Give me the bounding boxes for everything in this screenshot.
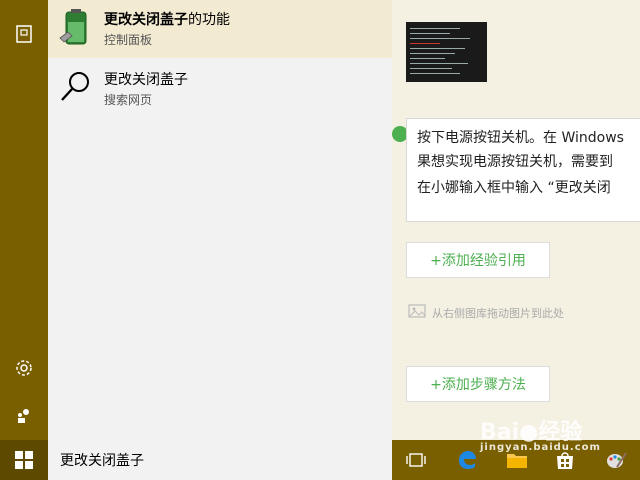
task-view-icon[interactable]	[404, 448, 428, 472]
start-button[interactable]	[0, 440, 48, 480]
add-step-button[interactable]: +添加步骤方法	[406, 366, 550, 402]
search-query-text: 更改关闭盖子	[60, 453, 144, 469]
text-line: 果想实现电源按钮关机，需要到	[417, 154, 613, 170]
result-title-bold: 更改关闭盖子	[104, 12, 188, 28]
feedback-icon[interactable]	[12, 404, 36, 428]
screenshot-thumbnail[interactable]	[406, 22, 487, 82]
paint-app-icon[interactable]	[604, 448, 628, 472]
notebook-icon[interactable]	[12, 22, 36, 46]
result-subtitle: 搜索网页	[104, 93, 153, 107]
search-icon	[58, 68, 94, 106]
drag-hint-text: 从右侧图库拖动图片到此处	[432, 306, 564, 320]
add-reference-button[interactable]: +添加经验引用	[406, 242, 550, 278]
battery-icon	[58, 8, 94, 46]
search-input[interactable]: 更改关闭盖子	[48, 440, 392, 480]
image-icon	[408, 304, 426, 321]
windows-logo-icon	[15, 451, 33, 469]
search-results-panel: 更改关闭盖子的功能 控制面板 更改关闭盖子 搜索网页	[48, 0, 392, 440]
result-web-search[interactable]: 更改关闭盖子 搜索网页	[48, 60, 392, 118]
result-title-rest: 的功能	[188, 12, 230, 28]
text-line: 在小娜输入框中输入 “更改关闭	[417, 180, 611, 196]
settings-gear-icon[interactable]	[12, 356, 36, 380]
baidu-jingyan-watermark: Bai●经验 jingyan.baidu.com	[480, 414, 601, 453]
background-web-page: 按下电源按钮关机。在 Windows 果想实现电源按钮关机，需要到 在小娜输入框…	[392, 0, 640, 440]
drag-image-hint: 从右侧图库拖动图片到此处	[408, 304, 564, 321]
watermark-domain: jingyan.baidu.com	[480, 442, 601, 453]
start-rail	[0, 0, 48, 440]
result-change-lid-settings[interactable]: 更改关闭盖子的功能 控制面板	[48, 0, 392, 58]
result-subtitle: 控制面板	[104, 33, 153, 47]
step-text-editor[interactable]: 按下电源按钮关机。在 Windows 果想实现电源按钮关机，需要到 在小娜输入框…	[406, 118, 640, 222]
edge-browser-icon[interactable]	[455, 448, 479, 472]
text-line: 按下电源按钮关机。在 Windows	[417, 130, 624, 146]
result-title: 更改关闭盖子	[104, 72, 188, 88]
